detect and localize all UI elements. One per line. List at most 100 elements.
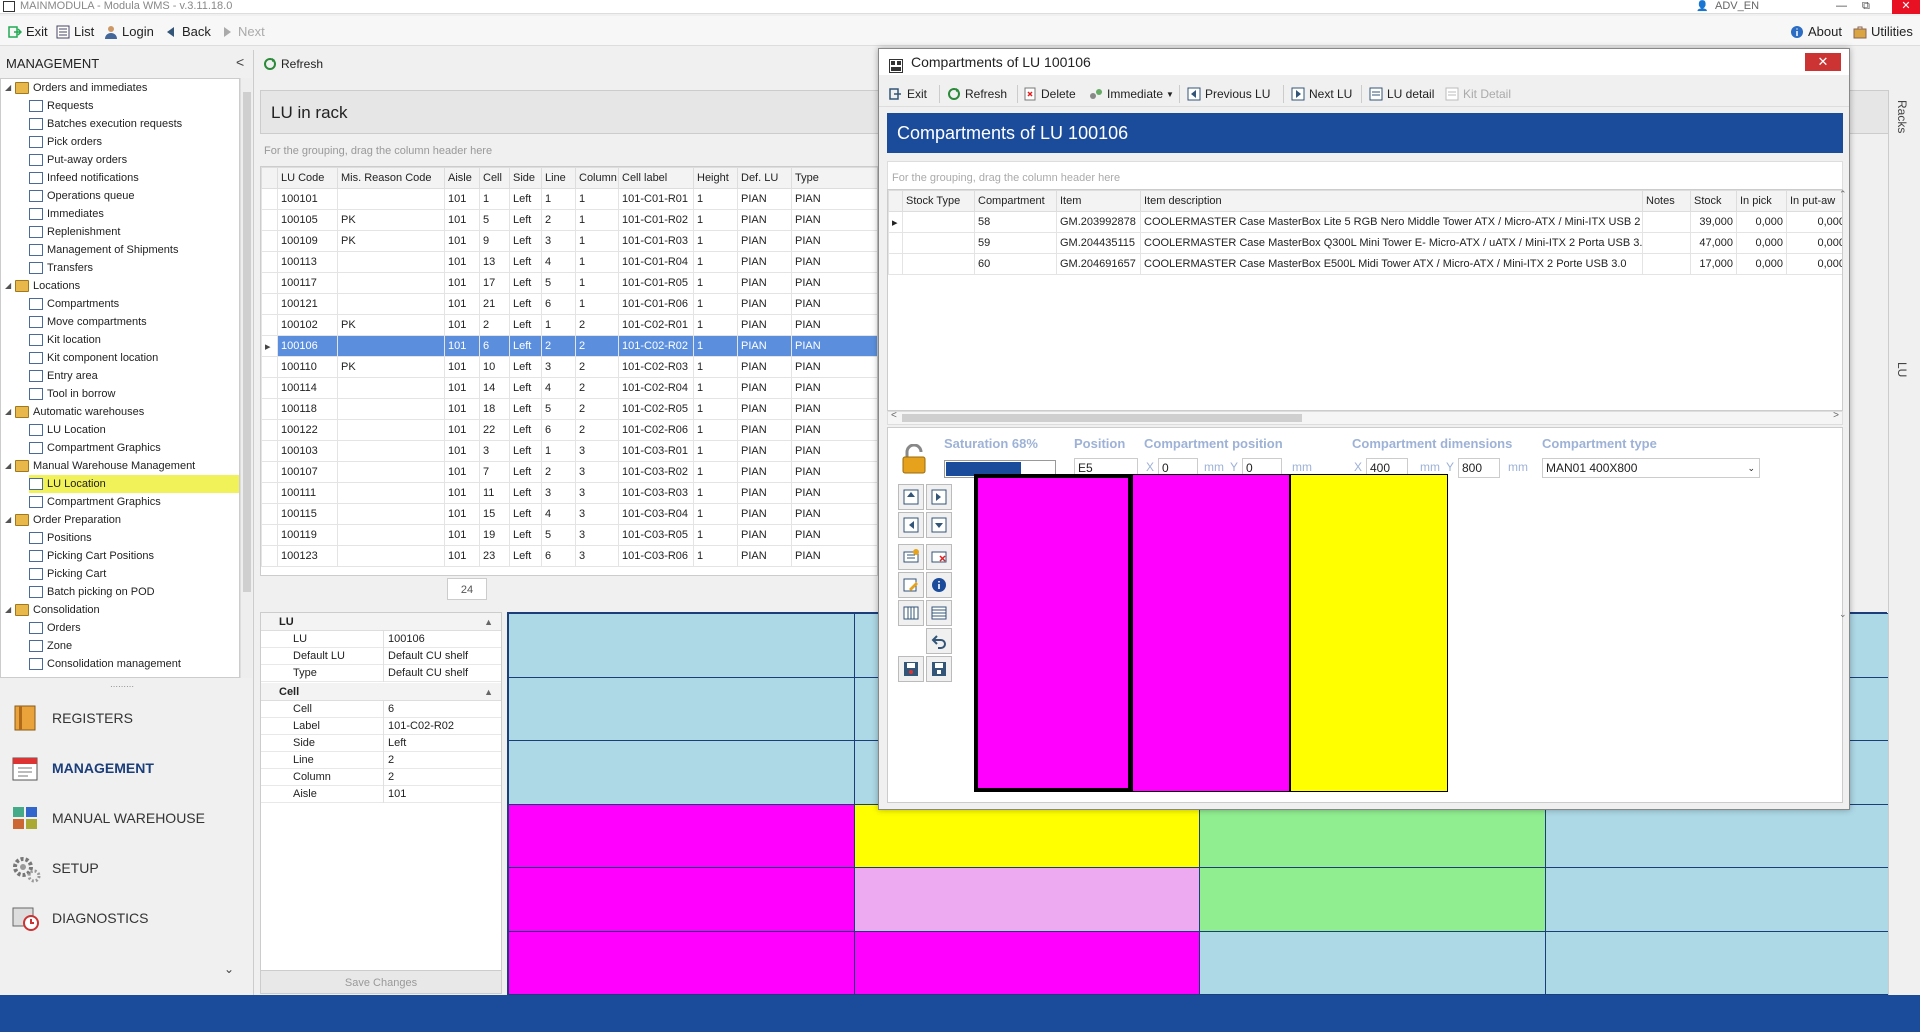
tree-item[interactable]: Kit component location (29, 349, 158, 367)
category-lu[interactable]: LU ▲ (261, 613, 501, 631)
rack-cell[interactable] (853, 867, 1200, 932)
table-row[interactable]: 100115 101 15 Left 4 3 101-C03-R04 1 PIAN PIAN (261, 503, 877, 525)
dialog-refresh-button[interactable]: Refresh (947, 87, 1007, 101)
move-down-button[interactable] (926, 512, 952, 538)
rack-cell[interactable] (1199, 803, 1546, 868)
expand-arrow-icon[interactable]: ◢ (5, 601, 15, 619)
more-sections-chevron-icon[interactable]: ⌄ (224, 962, 234, 976)
column-header[interactable]: In pick (1736, 190, 1787, 212)
tree-item[interactable]: Picking Cart Positions (29, 547, 154, 565)
tree-item[interactable]: Immediates (29, 205, 104, 223)
tree-item[interactable]: Consolidation management (29, 655, 181, 673)
table-row[interactable]: 100123 101 23 Left 6 3 101-C03-R06 1 PIAN PIAN (261, 545, 877, 567)
tree-item[interactable]: Transfers (29, 259, 93, 277)
column-header[interactable]: Line (541, 167, 576, 189)
dialog-delete-button[interactable]: Delete (1023, 87, 1076, 101)
compartment[interactable] (1132, 474, 1290, 792)
edit-compartment-button[interactable] (898, 572, 924, 598)
exit-button[interactable]: Exit (8, 24, 48, 39)
tree-item[interactable]: Operations queue (29, 187, 134, 205)
collapse-arrow-icon[interactable]: ▲ (484, 613, 493, 631)
about-button[interactable]: About (1790, 24, 1842, 39)
tab-racks[interactable]: Racks (1895, 100, 1909, 133)
property-value[interactable]: Default CU shelf (383, 648, 501, 665)
column-header[interactable]: Mis. Reason Code (337, 167, 445, 189)
tree-item[interactable]: Zone (29, 637, 72, 655)
rack-cell[interactable] (1199, 930, 1546, 995)
rack-cell[interactable] (1544, 803, 1891, 868)
save-button[interactable] (898, 656, 924, 682)
column-header[interactable]: Aisle (444, 167, 480, 189)
tree-item[interactable]: Picking Cart (29, 565, 106, 583)
tree-item[interactable]: Move compartments (29, 313, 147, 331)
property-row[interactable]: Aisle 101 (261, 786, 501, 803)
nav-section-manual-warehouse[interactable]: MANUAL WAREHOUSE (10, 798, 205, 838)
table-row[interactable]: 100122 101 22 Left 6 2 101-C02-R06 1 PIAN PIAN (261, 419, 877, 441)
scroll-right-icon[interactable]: > (1833, 410, 1839, 421)
compartment-type-select[interactable]: MAN01 400X800 ⌄ (1542, 458, 1760, 478)
table-row[interactable]: 100113 101 13 Left 4 1 101-C01-R04 1 PIAN PIAN (261, 251, 877, 273)
move-right-button[interactable] (926, 484, 952, 510)
minimize-button[interactable]: — (1836, 0, 1847, 12)
tree-item[interactable]: Kit location (29, 331, 101, 349)
split-vertical-button[interactable] (898, 600, 924, 626)
dialog-vertical-scrollbar[interactable]: ⌃ ⌄ (1839, 189, 1849, 629)
next-lu-button[interactable]: Next LU (1291, 87, 1352, 101)
close-button[interactable]: ✕ (1892, 0, 1920, 14)
property-row[interactable]: LU 100106 (261, 631, 501, 648)
tree-item[interactable]: Batches execution requests (29, 115, 182, 133)
property-value[interactable]: 2 (383, 752, 501, 769)
table-row[interactable]: 60 GM.204691657 COOLERMASTER Case MasterBo… (888, 253, 1842, 275)
tree-item[interactable]: LU Location (29, 475, 239, 493)
column-header[interactable]: In put-aw (1786, 190, 1842, 212)
tree-group[interactable]: ◢ Consolidation (5, 601, 100, 619)
rack-cell[interactable] (508, 867, 855, 932)
table-row[interactable]: ▸ 58 GM.203992878 COOLERMASTER Case MasterB… (888, 211, 1842, 233)
column-header[interactable]: Def. LU (737, 167, 792, 189)
tree-item[interactable]: Compartments (29, 295, 119, 313)
move-up-button[interactable] (898, 484, 924, 510)
table-row[interactable]: 100109 PK 101 9 Left 3 1 101-C01-R03 1 PIAN PIAN (261, 230, 877, 252)
horizontal-scrollbar[interactable]: < > (887, 410, 1843, 425)
dialog-immediate-dropdown[interactable]: Immediate ▼ (1089, 87, 1174, 101)
utilities-button[interactable]: Utilities (1853, 24, 1913, 39)
scroll-left-icon[interactable]: < (891, 410, 897, 421)
table-row[interactable]: 100102 PK 101 2 Left 1 2 101-C02-R01 1 PIAN PIAN (261, 314, 877, 336)
property-row[interactable]: Cell 6 (261, 701, 501, 718)
property-value[interactable]: 101 (383, 786, 501, 803)
tab-lu[interactable]: LU (1895, 362, 1909, 377)
list-button[interactable]: List (56, 24, 94, 39)
rack-cell[interactable] (853, 803, 1200, 868)
property-value[interactable]: 2 (383, 769, 501, 786)
save-changes-button[interactable]: Save Changes (260, 970, 502, 994)
expand-arrow-icon[interactable]: ◢ (5, 403, 15, 421)
nav-section-registers[interactable]: REGISTERS (10, 698, 133, 738)
unlock-icon[interactable] (900, 443, 928, 474)
table-row[interactable]: 100118 101 18 Left 5 2 101-C02-R05 1 PIAN PIAN (261, 398, 877, 420)
tree-item[interactable]: Management of Shipments (29, 241, 178, 259)
property-row[interactable]: Line 2 (261, 752, 501, 769)
kit-detail-button[interactable]: Kit Detail (1445, 87, 1511, 101)
y-dimension-field[interactable]: 800 (1458, 458, 1500, 478)
property-row[interactable]: Label 101-C02-R02 (261, 718, 501, 735)
property-value[interactable]: Default CU shelf (383, 665, 501, 682)
rack-cell[interactable] (508, 740, 855, 805)
compartment[interactable] (974, 474, 1132, 792)
property-value[interactable]: Left (383, 735, 501, 752)
refresh-button[interactable]: Refresh (263, 57, 323, 71)
move-left-button[interactable] (898, 512, 924, 538)
scroll-down-icon[interactable]: ⌄ (1839, 609, 1847, 620)
add-compartment-button[interactable] (898, 544, 924, 570)
tree-item[interactable]: Replenishment (29, 223, 120, 241)
tree-group[interactable]: ◢ Automatic warehouses (5, 403, 144, 421)
info-button[interactable] (926, 572, 952, 598)
property-row[interactable]: Column 2 (261, 769, 501, 786)
expand-arrow-icon[interactable]: ◢ (5, 511, 15, 529)
tree-group[interactable]: ◢ Manual Warehouse Management (5, 457, 195, 475)
property-value[interactable]: 101-C02-R02 (383, 718, 501, 735)
column-header[interactable]: LU Code (277, 167, 338, 189)
remove-compartment-button[interactable] (926, 544, 952, 570)
back-button[interactable]: Back (164, 24, 211, 39)
column-header[interactable]: Item (1056, 190, 1141, 212)
next-button[interactable]: Next (220, 24, 265, 39)
